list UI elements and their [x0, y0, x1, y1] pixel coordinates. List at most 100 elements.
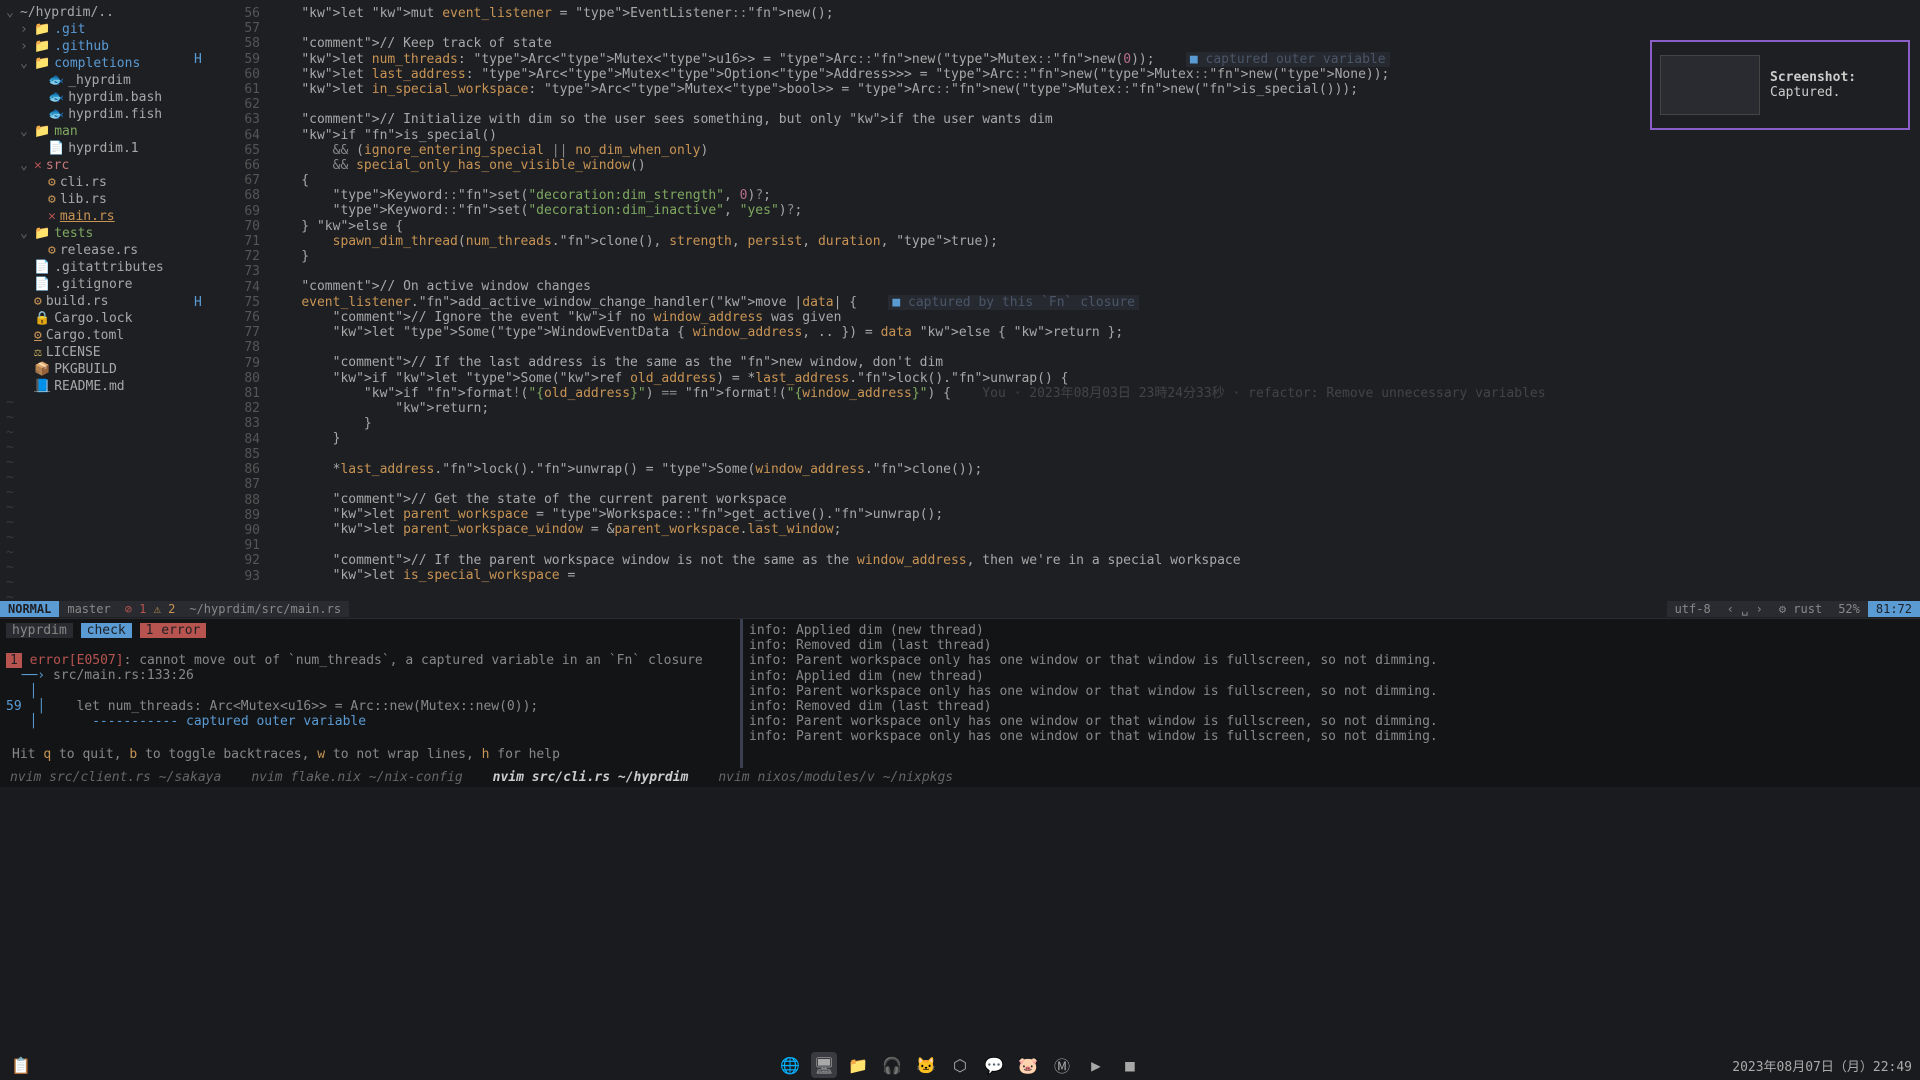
log-line: info: Parent workspace only has one wind…: [749, 684, 1914, 699]
taskbar-app-icon[interactable]: 💬: [981, 1052, 1007, 1078]
code-line[interactable]: "kw">let "type">Some("type">WindowEventD…: [270, 325, 1920, 340]
taskbar-app-icon[interactable]: 🖥: [811, 1052, 837, 1078]
tree-item[interactable]: 📄.gitignore: [0, 276, 225, 293]
taskbar-app-icon[interactable]: ⬡: [947, 1052, 973, 1078]
code-line[interactable]: "kw">let parent_workspace_window = &pare…: [270, 522, 1920, 537]
code-line[interactable]: }: [270, 431, 1920, 446]
tmux-window[interactable]: nvim flake.nix ~/nix-config: [251, 770, 462, 785]
code-line[interactable]: }: [270, 249, 1920, 264]
code-line[interactable]: {: [270, 173, 1920, 188]
tree-item[interactable]: ⚙cli.rs: [0, 174, 225, 191]
code-line[interactable]: [270, 21, 1920, 36]
code-line[interactable]: *last_address."fn">lock()."fn">unwrap() …: [270, 462, 1920, 477]
error-context: 59 │ let num_threads: Arc<Mutex<u16>> = …: [6, 699, 734, 714]
code-line[interactable]: "kw">return;: [270, 401, 1920, 416]
tmux-window[interactable]: nvim src/client.rs ~/sakaya: [10, 770, 221, 785]
code-line[interactable]: && (ignore_entering_special || no_dim_wh…: [270, 143, 1920, 158]
screenshot-notification[interactable]: Screenshot: Captured.: [1650, 40, 1910, 130]
tree-item[interactable]: ⚙Cargo.toml: [0, 327, 225, 344]
tmux-statusbar[interactable]: nvim src/client.rs ~/sakaya nvim flake.ni…: [0, 768, 1920, 787]
clock[interactable]: 2023年08月07日（月）22:49: [1732, 1056, 1912, 1075]
code-line[interactable]: "comment">// On active window changes: [270, 279, 1920, 294]
code-line[interactable]: } "kw">else {: [270, 219, 1920, 234]
tree-item[interactable]: ✕main.rs: [0, 208, 225, 225]
tree-item[interactable]: ⌄📁man: [0, 123, 225, 140]
taskbar-app-icon[interactable]: 🐱: [913, 1052, 939, 1078]
code-line[interactable]: [270, 446, 1920, 461]
tree-item[interactable]: 🔒Cargo.lock: [0, 310, 225, 327]
tree-item[interactable]: ⚖LICENSE: [0, 344, 225, 361]
code-line[interactable]: [270, 340, 1920, 355]
tree-item[interactable]: ›📁.github: [0, 38, 225, 55]
code-line[interactable]: "kw">if "fn">format!("{old_address}") ==…: [270, 386, 1920, 401]
code-line[interactable]: "type">Keyword::"fn">set("decoration:dim…: [270, 188, 1920, 203]
tree-item[interactable]: ⌄✕src: [0, 157, 225, 174]
git-branch: master: [59, 601, 118, 617]
tree-item[interactable]: 📄hyprdim.1: [0, 140, 225, 157]
taskbar[interactable]: 📋 🌐 🖥 📁 🎧 🐱 ⬡ 💬 🐷 Ⓜ ▶ ■ 2023年08月07日（月）22:49: [0, 1050, 1920, 1080]
taskbar-app-icon[interactable]: ▶: [1083, 1052, 1109, 1078]
code-line[interactable]: [270, 477, 1920, 492]
tree-item[interactable]: ⌄📁completions: [0, 55, 225, 72]
code-line[interactable]: "kw">let is_special_workspace =: [270, 568, 1920, 583]
code-line[interactable]: spawn_dim_thread(num_threads."fn">clone(…: [270, 234, 1920, 249]
taskbar-app-icon[interactable]: ■: [1117, 1052, 1143, 1078]
code-line[interactable]: "comment">// Ignore the event "kw">if no…: [270, 310, 1920, 325]
log-line: info: Parent workspace only has one wind…: [749, 729, 1914, 744]
tmux-window[interactable]: nvim src/cli.rs ~/hyprdim: [493, 770, 689, 785]
code-line[interactable]: }: [270, 416, 1920, 431]
taskbar-app-icon[interactable]: 📁: [845, 1052, 871, 1078]
tree-item[interactable]: 🐟_hyprdim: [0, 72, 225, 89]
project-badge: hyprdim: [6, 623, 73, 638]
scroll-percent: 52%: [1830, 601, 1868, 617]
code-line[interactable]: "kw">let "kw">mut event_listener = "type…: [270, 6, 1920, 21]
code-line[interactable]: "kw">if "kw">let "type">Some("kw">ref ol…: [270, 371, 1920, 386]
taskbar-app-icon[interactable]: Ⓜ: [1049, 1052, 1075, 1078]
error-location[interactable]: ──› src/main.rs:133:26: [6, 668, 734, 683]
diagnostics-pane[interactable]: hyprdim check 1 error 1 error[E0507]: ca…: [0, 619, 740, 768]
tree-root[interactable]: ⌄ ~/hyprdim/..: [0, 4, 225, 21]
taskbar-app-icon[interactable]: 🌐: [777, 1052, 803, 1078]
tree-item[interactable]: ⚙lib.rs: [0, 191, 225, 208]
tree-item[interactable]: ›📁.git: [0, 21, 225, 38]
tree-item[interactable]: ⚙release.rs: [0, 242, 225, 259]
log-line: info: Parent workspace only has one wind…: [749, 653, 1914, 668]
clipboard-icon[interactable]: 📋: [8, 1052, 34, 1078]
log-line: info: Removed dim (last thread): [749, 638, 1914, 653]
taskbar-app-icon[interactable]: 🎧: [879, 1052, 905, 1078]
check-badge: check: [81, 623, 132, 638]
code-line[interactable]: event_listener."fn">add_active_window_ch…: [270, 295, 1920, 310]
log-line: info: Applied dim (new thread): [749, 623, 1914, 638]
mode-indicator: NORMAL: [0, 601, 59, 617]
cursor-position: 81:72: [1868, 601, 1920, 617]
error-line[interactable]: 1 error[E0507]: cannot move out of `num_…: [6, 653, 734, 668]
help-line: Hit q to quit, b to toggle backtraces, w…: [6, 745, 566, 764]
error-count-badge: 1 error: [140, 623, 207, 638]
tmux-window[interactable]: nvim nixos/modules/v ~/nixpkgs: [718, 770, 953, 785]
tree-item[interactable]: 📘README.md: [0, 378, 225, 395]
diagnostics-count[interactable]: ⊘ 1 ⚠ 2: [119, 601, 182, 617]
line-gutter: 565758H59606162636465666768697071727374H…: [225, 0, 270, 600]
code-line[interactable]: "type">Keyword::"fn">set("decoration:dim…: [270, 203, 1920, 218]
log-line: info: Applied dim (new thread): [749, 669, 1914, 684]
code-line[interactable]: && special_only_has_one_visible_window(): [270, 158, 1920, 173]
code-line[interactable]: "comment">// Get the state of the curren…: [270, 492, 1920, 507]
code-line[interactable]: [270, 538, 1920, 553]
tree-item[interactable]: ⚙build.rs: [0, 293, 225, 310]
encoding: utf-8: [1667, 601, 1719, 617]
file-tree[interactable]: ⌄ ~/hyprdim/.. ›📁.git›📁.github⌄📁completi…: [0, 0, 225, 600]
code-line[interactable]: "comment">// If the last address is the …: [270, 355, 1920, 370]
tree-item[interactable]: 🐟hyprdim.fish: [0, 106, 225, 123]
tree-item[interactable]: 📄.gitattributes: [0, 259, 225, 276]
file-path: ~/hyprdim/src/main.rs: [181, 601, 349, 617]
tree-item[interactable]: 🐟hyprdim.bash: [0, 89, 225, 106]
language: ⚙ rust: [1771, 601, 1830, 617]
tree-item[interactable]: 📦PKGBUILD: [0, 361, 225, 378]
error-note: │ ----------- captured outer variable: [6, 714, 734, 729]
code-line[interactable]: "kw">let parent_workspace = "type">Works…: [270, 507, 1920, 522]
code-line[interactable]: "comment">// If the parent workspace win…: [270, 553, 1920, 568]
log-pane[interactable]: info: Applied dim (new thread)info: Remo…: [740, 619, 1920, 768]
taskbar-app-icon[interactable]: 🐷: [1015, 1052, 1041, 1078]
code-line[interactable]: [270, 264, 1920, 279]
tree-item[interactable]: ⌄📁tests: [0, 225, 225, 242]
